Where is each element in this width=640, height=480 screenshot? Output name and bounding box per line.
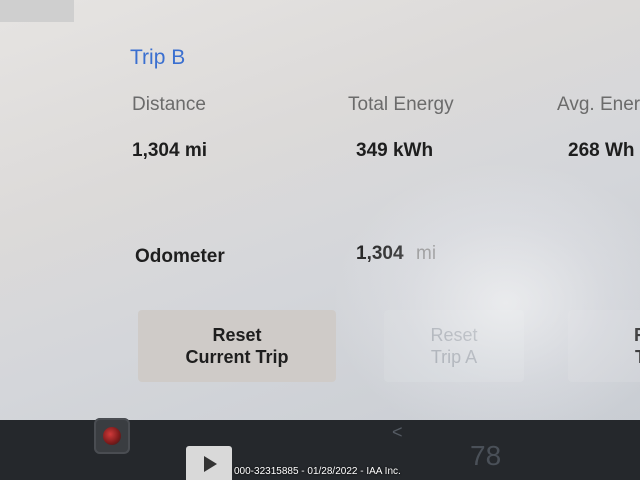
chevron-left-icon[interactable]: < bbox=[392, 422, 403, 443]
trip-title: Trip B bbox=[130, 46, 186, 69]
distance-label: Distance bbox=[132, 94, 206, 115]
total-energy-label: Total Energy bbox=[348, 94, 454, 115]
watermark: 000-32315885 - 01/28/2022 - IAA Inc. bbox=[234, 466, 401, 477]
reset-trip-b-label: R T bbox=[634, 324, 640, 368]
total-energy-value: 349 kWh bbox=[356, 140, 434, 161]
media-player-icon[interactable] bbox=[186, 446, 232, 480]
reset-current-trip-label: Reset Current Trip bbox=[185, 325, 289, 367]
reset-current-trip-button[interactable]: Reset Current Trip bbox=[138, 310, 336, 382]
odometer-label: Odometer bbox=[135, 246, 225, 267]
temperature-readout: 78 bbox=[470, 440, 502, 471]
dashcam-icon[interactable] bbox=[94, 418, 130, 454]
avg-energy-label: Avg. Ener bbox=[557, 94, 640, 115]
top-strip bbox=[0, 0, 74, 22]
avg-energy-value: 268 Wh bbox=[568, 140, 635, 161]
reset-trip-a-label: Reset Trip A bbox=[430, 325, 478, 367]
odometer-value: 1,304 bbox=[356, 243, 404, 264]
trip-screen: Trip B Distance Total Energy Avg. Ener 1… bbox=[0, 0, 640, 420]
play-icon bbox=[204, 456, 217, 472]
odometer-unit: mi bbox=[416, 243, 437, 264]
reset-trip-a-button[interactable]: Reset Trip A bbox=[384, 310, 524, 382]
distance-value: 1,304 mi bbox=[132, 140, 207, 161]
reset-trip-b-button[interactable]: R T bbox=[568, 310, 640, 382]
